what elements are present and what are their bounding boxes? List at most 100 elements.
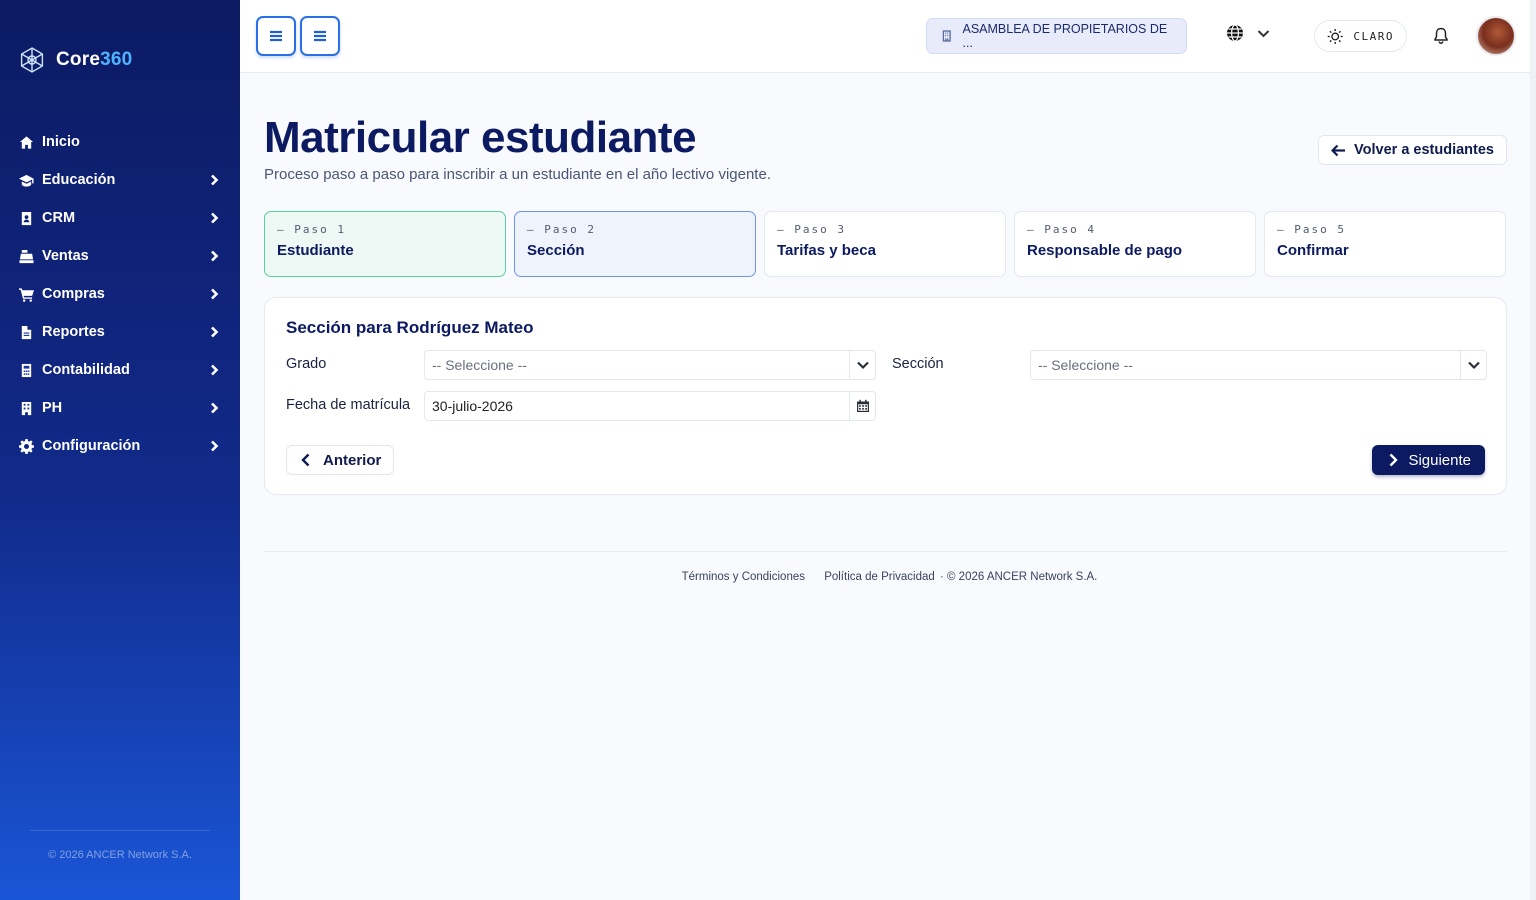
step-number: — Paso 5 bbox=[1277, 223, 1346, 236]
seccion-select[interactable]: -- Seleccione -- bbox=[1030, 350, 1487, 380]
footer-divider bbox=[264, 551, 1507, 552]
chevron-down-icon bbox=[1460, 351, 1486, 379]
step-number: — Paso 4 bbox=[1027, 223, 1096, 236]
calculator-icon bbox=[18, 362, 34, 378]
sidebar-item-label: Configuración bbox=[42, 438, 141, 454]
chevron-right-icon bbox=[208, 325, 222, 339]
chevron-down-icon bbox=[1257, 29, 1270, 37]
sidebar: Core360 Inicio Educación CRM Ventas Comp… bbox=[0, 0, 240, 900]
privacy-link[interactable]: Política de Privacidad bbox=[824, 571, 935, 583]
sun-icon bbox=[1327, 28, 1343, 44]
building-icon bbox=[18, 400, 34, 416]
avatar[interactable] bbox=[1476, 16, 1516, 56]
step-number: — Paso 2 bbox=[527, 223, 596, 236]
organization-selector[interactable]: ASAMBLEA DE PROPIETARIOS DE ... bbox=[926, 18, 1187, 54]
arrow-left-icon bbox=[1331, 144, 1346, 156]
cash-register-icon bbox=[18, 248, 34, 264]
chevron-right-icon bbox=[208, 363, 222, 377]
sidebar-item-label: PH bbox=[42, 400, 63, 416]
sidebar-item-label: Reportes bbox=[42, 324, 105, 340]
chevron-right-icon bbox=[208, 401, 222, 415]
bell-icon bbox=[1434, 27, 1448, 45]
step-name: Responsable de pago bbox=[1027, 242, 1183, 259]
sidebar-nav: Inicio Educación CRM Ventas Compras Repo… bbox=[0, 123, 240, 465]
page-title: Matricular estudiante bbox=[264, 113, 697, 162]
chevron-right-icon bbox=[1390, 453, 1399, 467]
step-name: Sección bbox=[527, 242, 585, 259]
theme-toggle[interactable]: CLARO bbox=[1314, 20, 1407, 52]
sidebar-item-label: CRM bbox=[42, 210, 76, 226]
footer-copyright: · © 2026 ANCER Network S.A. bbox=[939, 571, 1098, 583]
page-subtitle: Proceso paso a paso para inscribir a un … bbox=[264, 166, 771, 183]
sidebar-item-ventas[interactable]: Ventas bbox=[0, 237, 240, 275]
home-icon bbox=[18, 134, 34, 150]
grado-select[interactable]: -- Seleccione -- bbox=[424, 350, 876, 380]
calendar-icon[interactable] bbox=[849, 392, 875, 420]
terms-link[interactable]: Términos y Condiciones bbox=[682, 571, 805, 583]
core360-logo-icon bbox=[20, 47, 44, 73]
seccion-label: Sección bbox=[892, 356, 944, 372]
chevron-left-icon bbox=[301, 453, 310, 467]
wizard-steps: — Paso 1 Estudiante — Paso 2 Sección — P… bbox=[264, 211, 1507, 277]
page-footer: Términos y Condiciones Política de Priva… bbox=[264, 571, 1507, 583]
scrollbar[interactable] bbox=[1530, 0, 1536, 900]
sidebar-item-inicio[interactable]: Inicio bbox=[0, 123, 240, 161]
brand-name: Core360 bbox=[56, 49, 133, 70]
notifications-button[interactable] bbox=[1431, 26, 1451, 46]
fecha-matricula-label: Fecha de matrícula bbox=[286, 397, 411, 413]
sidebar-item-label: Inicio bbox=[42, 134, 80, 150]
theme-label: CLARO bbox=[1353, 29, 1394, 43]
sidebar-item-reportes[interactable]: Reportes bbox=[0, 313, 240, 351]
sidebar-footer: © 2026 ANCER Network S.A. bbox=[48, 849, 192, 861]
sidebar-item-compras[interactable]: Compras bbox=[0, 275, 240, 313]
fecha-matricula-input[interactable]: 30-julio-2026 bbox=[424, 391, 876, 421]
chevron-right-icon bbox=[208, 173, 222, 187]
chevron-right-icon bbox=[208, 439, 222, 453]
previous-button[interactable]: Anterior bbox=[286, 445, 395, 475]
step-estudiante[interactable]: — Paso 1 Estudiante bbox=[264, 211, 506, 277]
chevron-down-icon bbox=[849, 351, 875, 379]
brand-logo[interactable]: Core360 bbox=[18, 46, 132, 74]
step-name: Estudiante bbox=[277, 242, 354, 259]
step-name: Tarifas y beca bbox=[777, 242, 876, 259]
step-seccion[interactable]: — Paso 2 Sección bbox=[514, 211, 756, 277]
toggle-menu-button[interactable] bbox=[300, 16, 340, 56]
building-icon bbox=[942, 30, 951, 42]
step-responsable[interactable]: — Paso 4 Responsable de pago bbox=[1014, 211, 1256, 277]
step-confirmar[interactable]: — Paso 5 Confirmar bbox=[1264, 211, 1506, 277]
menu-icon bbox=[270, 30, 282, 42]
globe-icon bbox=[1227, 24, 1243, 42]
language-selector[interactable] bbox=[1226, 24, 1271, 42]
graduation-cap-icon bbox=[18, 172, 34, 188]
sidebar-item-contabilidad[interactable]: Contabilidad bbox=[0, 351, 240, 389]
step-number: — Paso 1 bbox=[277, 223, 346, 236]
menu-icon bbox=[314, 30, 326, 42]
topbar: ASAMBLEA DE PROPIETARIOS DE ... CLARO bbox=[240, 0, 1530, 73]
toggle-sidebar-button[interactable] bbox=[256, 16, 296, 56]
sidebar-item-ph[interactable]: PH bbox=[0, 389, 240, 427]
sidebar-item-educacion[interactable]: Educación bbox=[0, 161, 240, 199]
gear-icon bbox=[18, 438, 34, 454]
sidebar-item-configuracion[interactable]: Configuración bbox=[0, 427, 240, 465]
step-tarifas[interactable]: — Paso 3 Tarifas y beca bbox=[764, 211, 1006, 277]
grado-label: Grado bbox=[286, 356, 327, 372]
chevron-right-icon bbox=[208, 211, 222, 225]
organization-name: ASAMBLEA DE PROPIETARIOS DE ... bbox=[962, 22, 1168, 50]
back-to-students-button[interactable]: Volver a estudiantes bbox=[1318, 135, 1507, 165]
step-name: Confirmar bbox=[1277, 242, 1349, 259]
sidebar-item-crm[interactable]: CRM bbox=[0, 199, 240, 237]
address-book-icon bbox=[18, 210, 34, 226]
form-title: Sección para Rodríguez Mateo bbox=[286, 318, 534, 337]
section-form-card: Sección para Rodríguez Mateo Grado -- Se… bbox=[264, 297, 1507, 495]
sidebar-item-label: Contabilidad bbox=[42, 362, 130, 378]
step-number: — Paso 3 bbox=[777, 223, 846, 236]
chevron-right-icon bbox=[208, 287, 222, 301]
next-button[interactable]: Siguiente bbox=[1372, 445, 1485, 475]
file-icon bbox=[18, 324, 34, 340]
chevron-right-icon bbox=[208, 249, 222, 263]
sidebar-divider bbox=[30, 830, 210, 831]
sidebar-item-label: Educación bbox=[42, 172, 116, 188]
sidebar-item-label: Compras bbox=[42, 286, 105, 302]
cart-icon bbox=[18, 286, 34, 302]
sidebar-item-label: Ventas bbox=[42, 248, 89, 264]
